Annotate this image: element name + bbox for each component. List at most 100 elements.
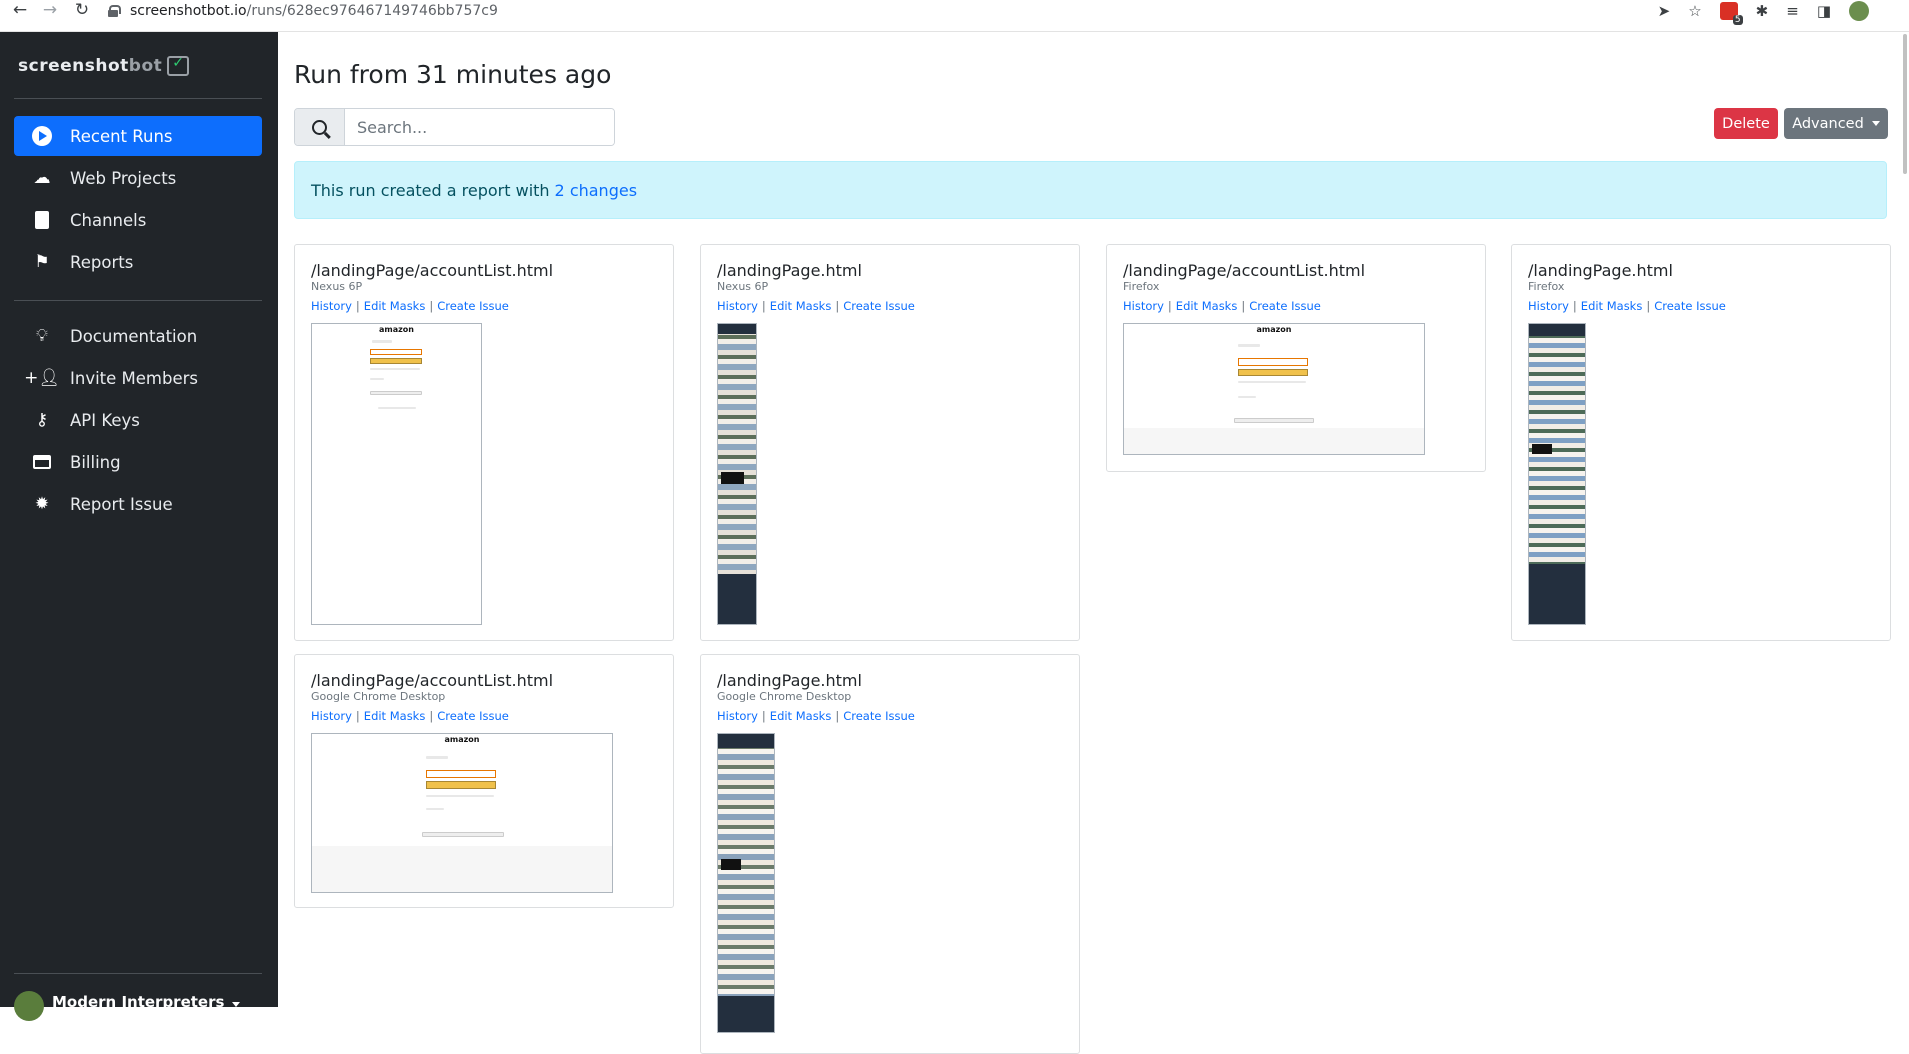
thumbnail-content: [426, 770, 496, 778]
main-content: Run from 31 minutes ago Delete Advanced …: [278, 32, 1909, 1054]
book-icon: [30, 211, 54, 229]
logo-text: screenshot: [18, 56, 129, 76]
user-menu[interactable]: Modern Interpreters: [14, 973, 262, 1021]
profile-avatar[interactable]: [1849, 1, 1869, 21]
advanced-label: Advanced: [1792, 115, 1864, 132]
history-link[interactable]: History: [717, 299, 758, 313]
card-links: History | Edit Masks | Create Issue: [1528, 299, 1726, 313]
puzzle-icon[interactable]: ✱: [1756, 2, 1769, 20]
thumbnail-content: [378, 407, 416, 409]
media-icon[interactable]: ≡: [1786, 2, 1799, 20]
reload-icon[interactable]: ↻: [68, 0, 96, 22]
advanced-dropdown[interactable]: Advanced: [1784, 108, 1888, 139]
card-device: Firefox: [1528, 280, 1565, 293]
sidebar-item-channels[interactable]: Channels: [14, 200, 262, 240]
separator: |: [835, 709, 840, 723]
separator: |: [1241, 299, 1246, 313]
thumbnail-content: [1238, 344, 1260, 347]
screenshot-card: /landingPage/accountList.html Firefox Hi…: [1106, 244, 1486, 472]
edit-masks-link[interactable]: Edit Masks: [1176, 299, 1238, 313]
card-device: Google Chrome Desktop: [311, 690, 446, 703]
create-issue-link[interactable]: Create Issue: [843, 709, 915, 723]
bug-icon: ✹: [34, 494, 50, 514]
alert-text: This run created a report with: [311, 180, 550, 200]
back-icon[interactable]: ←: [6, 0, 34, 22]
screenshot-thumbnail[interactable]: amazon: [311, 733, 613, 893]
card-path[interactable]: /landingPage/accountList.html: [311, 261, 553, 280]
history-link[interactable]: History: [311, 709, 352, 723]
logo[interactable]: screenshot bot: [18, 55, 190, 76]
cloud-icon: ☁: [33, 168, 51, 188]
address-bar[interactable]: screenshotbot.io/runs/628ec976467149746b…: [108, 0, 1638, 22]
thumbnail-content: [426, 781, 496, 789]
chevron-down-icon: [1871, 121, 1880, 126]
screenshot-thumbnail[interactable]: [717, 733, 775, 1033]
edit-masks-link[interactable]: Edit Masks: [364, 299, 426, 313]
edit-masks-link[interactable]: Edit Masks: [770, 709, 832, 723]
sidebar-item-recent-runs[interactable]: Recent Runs: [14, 116, 262, 156]
screenshot-thumbnail[interactable]: amazon: [311, 323, 482, 625]
user-name: Modern Interpreters: [52, 993, 225, 1011]
separator: |: [355, 299, 360, 313]
thumbnail-content: [370, 391, 422, 395]
thumbnail-content: [1124, 428, 1424, 454]
card-path[interactable]: /landingPage/accountList.html: [311, 671, 553, 690]
sidebar-item-reports[interactable]: ⚑ Reports: [14, 242, 262, 282]
card-path[interactable]: /landingPage/accountList.html: [1123, 261, 1365, 280]
screenshot-card: /landingPage.html Nexus 6P History | Edit …: [700, 244, 1080, 641]
separator: |: [1167, 299, 1172, 313]
card-links: History | Edit Masks | Create Issue: [717, 299, 915, 313]
history-link[interactable]: History: [717, 709, 758, 723]
extension-badge-icon[interactable]: 5: [1719, 2, 1743, 25]
create-issue-link[interactable]: Create Issue: [437, 709, 509, 723]
thumbnail-content: [422, 832, 504, 837]
thumbnail-content: [721, 859, 741, 870]
search-input[interactable]: [345, 109, 614, 145]
create-issue-link[interactable]: Create Issue: [1654, 299, 1726, 313]
card-path[interactable]: /landingPage.html: [717, 261, 862, 280]
create-issue-link[interactable]: Create Issue: [1249, 299, 1321, 313]
card-path[interactable]: /landingPage.html: [717, 671, 862, 690]
thumbnail-content: [370, 368, 420, 370]
changes-link[interactable]: 2 changes: [555, 181, 637, 200]
create-issue-link[interactable]: Create Issue: [437, 299, 509, 313]
screenshot-thumbnail[interactable]: [717, 323, 757, 625]
delete-button[interactable]: Delete: [1714, 108, 1778, 139]
screenshot-thumbnail[interactable]: [1528, 323, 1586, 625]
sidebar-item-web-projects[interactable]: ☁ Web Projects: [14, 158, 262, 198]
sidebar-item-label: Recent Runs: [70, 126, 173, 146]
edit-masks-link[interactable]: Edit Masks: [770, 299, 832, 313]
edit-masks-link[interactable]: Edit Masks: [364, 709, 426, 723]
history-link[interactable]: History: [1528, 299, 1569, 313]
history-link[interactable]: History: [311, 299, 352, 313]
send-icon[interactable]: ➤: [1658, 2, 1671, 20]
separator: |: [1646, 299, 1651, 313]
screenshot-card: /landingPage.html Google Chrome Desktop …: [700, 654, 1080, 1054]
sidebar-item-api-keys[interactable]: ⚷ API Keys: [14, 400, 262, 440]
card-path[interactable]: /landingPage.html: [1528, 261, 1673, 280]
thumbnail-content: amazon: [1256, 325, 1292, 334]
thumbnail-content: [372, 340, 392, 343]
history-link[interactable]: History: [1123, 299, 1164, 313]
star-icon[interactable]: ☆: [1688, 2, 1701, 20]
separator: |: [429, 709, 434, 723]
sidepanel-icon[interactable]: ◨: [1817, 2, 1831, 20]
chevron-down-icon: [232, 1002, 241, 1007]
thumbnail-content: [1529, 324, 1585, 336]
sidebar-item-label: Channels: [70, 210, 147, 230]
create-issue-link[interactable]: Create Issue: [843, 299, 915, 313]
sidebar-item-report-issue[interactable]: ✹ Report Issue: [14, 484, 262, 524]
thumbnail-content: [1238, 396, 1256, 398]
thumbnail-content: [718, 574, 756, 624]
card-device: Firefox: [1123, 280, 1160, 293]
thumbnail-content: [718, 734, 774, 748]
edit-masks-link[interactable]: Edit Masks: [1581, 299, 1643, 313]
sidebar-item-documentation[interactable]: 💡︎ Documentation: [14, 316, 262, 356]
sidebar-item-label: Reports: [70, 252, 134, 272]
forward-icon[interactable]: →: [36, 0, 64, 22]
sidebar-item-invite-members[interactable]: +👤︎ Invite Members: [14, 358, 262, 398]
sidebar-item-billing[interactable]: Billing: [14, 442, 262, 482]
screenshot-thumbnail[interactable]: amazon: [1123, 323, 1425, 455]
separator: |: [835, 299, 840, 313]
search-button[interactable]: [295, 109, 345, 145]
